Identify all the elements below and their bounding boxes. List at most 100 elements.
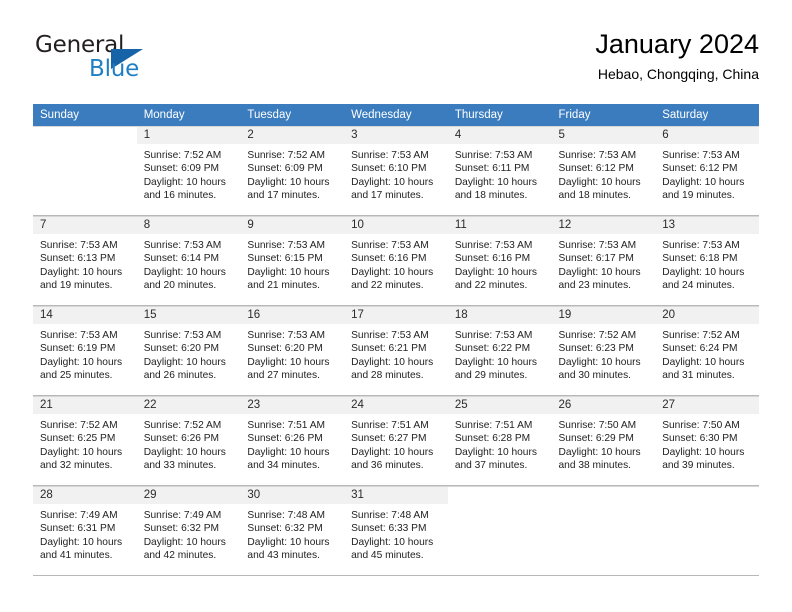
- sunset-text: Sunset: 6:20 PM: [143, 343, 220, 355]
- sunset-text: Sunset: 6:27 PM: [351, 433, 427, 445]
- calendar-cell: 22 Sunrise: 7:52 AM Sunset: 6:26 PM Dayligh…: [136, 396, 241, 486]
- calendar-day-cell[interactable]: 16 Sunrise: 7:53 AM Sunset: 6:20 PM Dayligh…: [240, 306, 345, 396]
- calendar-day-cell[interactable]: 8 Sunrise: 7:53 AM Sunset: 6:14 PM Daylight…: [136, 216, 241, 306]
- calendar-day-cell[interactable]: 7 Sunrise: 7:53 AM Sunset: 6:13 PM Daylight…: [33, 216, 137, 306]
- day-number: 20: [655, 307, 759, 324]
- calendar-day-cell[interactable]: 26 Sunrise: 7:50 AM Sunset: 6:29 PM Dayligh…: [551, 396, 656, 486]
- calendar-day-cell[interactable]: 2 Sunrise: 7:52 AM Sunset: 6:09 PM Daylight…: [240, 126, 345, 216]
- calendar-day-cell[interactable]: 1 Sunrise: 7:52 AM Sunset: 6:09 PM Daylight…: [136, 126, 241, 216]
- calendar-day-cell[interactable]: 27 Sunrise: 7:50 AM Sunset: 6:30 PM Dayligh…: [655, 396, 759, 486]
- calendar-day-cell[interactable]: 21 Sunrise: 7:52 AM Sunset: 6:25 PM Dayligh…: [33, 396, 137, 486]
- weekday-header-friday: Friday: [551, 104, 656, 126]
- calendar-cell: 27 Sunrise: 7:50 AM Sunset: 6:30 PM Dayligh…: [655, 396, 759, 486]
- sunset-text: Sunset: 6:24 PM: [662, 343, 738, 355]
- calendar-day-cell[interactable]: 19 Sunrise: 7:52 AM Sunset: 6:23 PM Dayligh…: [551, 306, 656, 396]
- daylight-text-line1: Daylight: 10 hours: [351, 176, 434, 188]
- calendar-day-cell[interactable]: 31 Sunrise: 7:48 AM Sunset: 6:33 PM Dayligh…: [344, 486, 448, 576]
- day-detail-text: Sunrise: 7:53 AM Sunset: 6:11 PM Daylight:…: [448, 144, 552, 203]
- day-detail-text: Sunrise: 7:50 AM Sunset: 6:29 PM Daylight:…: [552, 414, 656, 473]
- calendar-cell: 12 Sunrise: 7:53 AM Sunset: 6:17 PM Dayligh…: [551, 216, 656, 306]
- calendar-day-cell[interactable]: 22 Sunrise: 7:52 AM Sunset: 6:26 PM Dayligh…: [136, 396, 241, 486]
- calendar-day-cell[interactable]: 13 Sunrise: 7:53 AM Sunset: 6:18 PM Dayligh…: [655, 216, 759, 306]
- sunset-text: Sunset: 6:32 PM: [143, 523, 220, 535]
- daylight-text-line1: Daylight: 10 hours: [454, 356, 537, 368]
- calendar-week-row: 28 Sunrise: 7:49 AM Sunset: 6:31 PM Dayligh…: [33, 486, 759, 576]
- sunset-text: Sunset: 6:12 PM: [662, 163, 738, 175]
- sunrise-text: Sunrise: 7:53 AM: [558, 150, 637, 161]
- daylight-text-line1: Daylight: 10 hours: [662, 176, 745, 188]
- sunset-text: Sunset: 6:12 PM: [558, 163, 634, 175]
- calendar-day-cell[interactable]: 11 Sunrise: 7:53 AM Sunset: 6:16 PM Dayligh…: [447, 216, 552, 306]
- calendar-day-cell[interactable]: 24 Sunrise: 7:51 AM Sunset: 6:27 PM Dayligh…: [344, 396, 448, 486]
- calendar-cell: [551, 486, 656, 576]
- sunrise-text: Sunrise: 7:53 AM: [662, 150, 740, 161]
- calendar-day-cell[interactable]: 6 Sunrise: 7:53 AM Sunset: 6:12 PM Daylight…: [655, 126, 759, 216]
- day-detail-text: Sunrise: 7:53 AM Sunset: 6:22 PM Daylight:…: [448, 324, 552, 383]
- daylight-text-line2: and 22 minutes.: [454, 280, 528, 292]
- calendar-day-cell[interactable]: 17 Sunrise: 7:53 AM Sunset: 6:21 PM Dayligh…: [344, 306, 448, 396]
- calendar-day-cell[interactable]: 30 Sunrise: 7:48 AM Sunset: 6:32 PM Dayligh…: [240, 486, 345, 576]
- day-number: 27: [655, 397, 759, 414]
- day-number: 2: [240, 127, 345, 144]
- daylight-text-line2: and 30 minutes.: [558, 370, 632, 382]
- calendar-cell: 4 Sunrise: 7:53 AM Sunset: 6:11 PM Daylight…: [447, 126, 552, 216]
- calendar-day-cell[interactable]: 10 Sunrise: 7:53 AM Sunset: 6:16 PM Dayligh…: [344, 216, 448, 306]
- calendar-day-cell[interactable]: 3 Sunrise: 7:53 AM Sunset: 6:10 PM Daylight…: [344, 126, 448, 216]
- calendar-day-cell[interactable]: 20 Sunrise: 7:52 AM Sunset: 6:24 PM Dayligh…: [655, 306, 759, 396]
- calendar-day-cell[interactable]: 14 Sunrise: 7:53 AM Sunset: 6:19 PM Dayligh…: [33, 306, 137, 396]
- sunset-text: Sunset: 6:23 PM: [558, 343, 634, 355]
- weekday-header-wednesday: Wednesday: [344, 104, 448, 126]
- sunrise-text: Sunrise: 7:53 AM: [558, 240, 637, 251]
- sunset-text: Sunset: 6:19 PM: [40, 343, 116, 355]
- daylight-text-line2: and 29 minutes.: [454, 370, 528, 382]
- weekday-header-saturday: Saturday: [655, 104, 759, 126]
- sunrise-text: Sunrise: 7:53 AM: [247, 240, 325, 251]
- calendar-day-cell[interactable]: 23 Sunrise: 7:51 AM Sunset: 6:26 PM Dayligh…: [240, 396, 345, 486]
- daylight-text-line2: and 39 minutes.: [662, 460, 735, 472]
- weekday-header-row: Sunday Monday Tuesday Wednesday Thursday Frid…: [33, 104, 759, 126]
- calendar-cell: [33, 126, 137, 216]
- calendar-cell: 5 Sunrise: 7:53 AM Sunset: 6:12 PM Daylight…: [551, 126, 656, 216]
- daylight-text-line2: and 27 minutes.: [247, 370, 320, 382]
- calendar-day-cell[interactable]: 12 Sunrise: 7:53 AM Sunset: 6:17 PM Dayligh…: [551, 216, 656, 306]
- day-detail-text: Sunrise: 7:53 AM Sunset: 6:12 PM Daylight:…: [552, 144, 656, 203]
- calendar-day-cell[interactable]: 5 Sunrise: 7:53 AM Sunset: 6:12 PM Daylight…: [551, 126, 656, 216]
- day-number: [655, 487, 759, 504]
- calendar-day-cell[interactable]: 29 Sunrise: 7:49 AM Sunset: 6:32 PM Dayligh…: [136, 486, 241, 576]
- daylight-text-line1: Daylight: 10 hours: [558, 266, 641, 278]
- calendar-day-cell[interactable]: 4 Sunrise: 7:53 AM Sunset: 6:11 PM Daylight…: [447, 126, 552, 216]
- sunset-text: Sunset: 6:16 PM: [351, 253, 427, 265]
- calendar-day-cell[interactable]: 25 Sunrise: 7:51 AM Sunset: 6:28 PM Dayligh…: [447, 396, 552, 486]
- sunrise-text: Sunrise: 7:53 AM: [247, 330, 325, 341]
- day-number: 19: [551, 307, 656, 324]
- day-number: 7: [33, 217, 137, 234]
- sunset-text: Sunset: 6:30 PM: [662, 433, 738, 445]
- daylight-text-line2: and 24 minutes.: [662, 280, 735, 292]
- day-detail-text: Sunrise: 7:53 AM Sunset: 6:15 PM Daylight:…: [240, 234, 344, 293]
- day-detail-text: Sunrise: 7:53 AM Sunset: 6:17 PM Daylight:…: [552, 234, 656, 293]
- day-number: 16: [240, 307, 345, 324]
- day-detail-text: Sunrise: 7:52 AM Sunset: 6:23 PM Daylight:…: [552, 324, 656, 383]
- sunrise-text: Sunrise: 7:52 AM: [143, 150, 222, 161]
- day-number: 10: [344, 217, 448, 234]
- weekday-header-thursday: Thursday: [447, 104, 552, 126]
- sunset-text: Sunset: 6:16 PM: [454, 253, 531, 265]
- calendar-cell: 1 Sunrise: 7:52 AM Sunset: 6:09 PM Daylight…: [136, 126, 241, 216]
- weekday-header-monday: Monday: [136, 104, 241, 126]
- daylight-text-line2: and 20 minutes.: [143, 280, 217, 292]
- daylight-text-line1: Daylight: 10 hours: [40, 266, 123, 278]
- daylight-text-line2: and 38 minutes.: [558, 460, 632, 472]
- calendar-cell: 21 Sunrise: 7:52 AM Sunset: 6:25 PM Dayligh…: [33, 396, 137, 486]
- calendar-day-cell[interactable]: 15 Sunrise: 7:53 AM Sunset: 6:20 PM Dayligh…: [136, 306, 241, 396]
- sunrise-text: Sunrise: 7:53 AM: [40, 240, 118, 251]
- general-blue-logo[interactable]: General Blue: [33, 32, 213, 88]
- calendar-week-row: 1 Sunrise: 7:52 AM Sunset: 6:09 PM Daylight…: [33, 126, 759, 216]
- calendar-day-cell[interactable]: 9 Sunrise: 7:53 AM Sunset: 6:15 PM Daylight…: [240, 216, 345, 306]
- calendar-week-row: 7 Sunrise: 7:53 AM Sunset: 6:13 PM Daylight…: [33, 216, 759, 306]
- daylight-text-line2: and 31 minutes.: [662, 370, 735, 382]
- calendar-day-cell[interactable]: 18 Sunrise: 7:53 AM Sunset: 6:22 PM Dayligh…: [447, 306, 552, 396]
- daylight-text-line1: Daylight: 10 hours: [247, 446, 330, 458]
- calendar-day-cell[interactable]: 28 Sunrise: 7:49 AM Sunset: 6:31 PM Dayligh…: [33, 486, 137, 576]
- sunset-text: Sunset: 6:32 PM: [247, 523, 323, 535]
- day-number: [33, 127, 137, 144]
